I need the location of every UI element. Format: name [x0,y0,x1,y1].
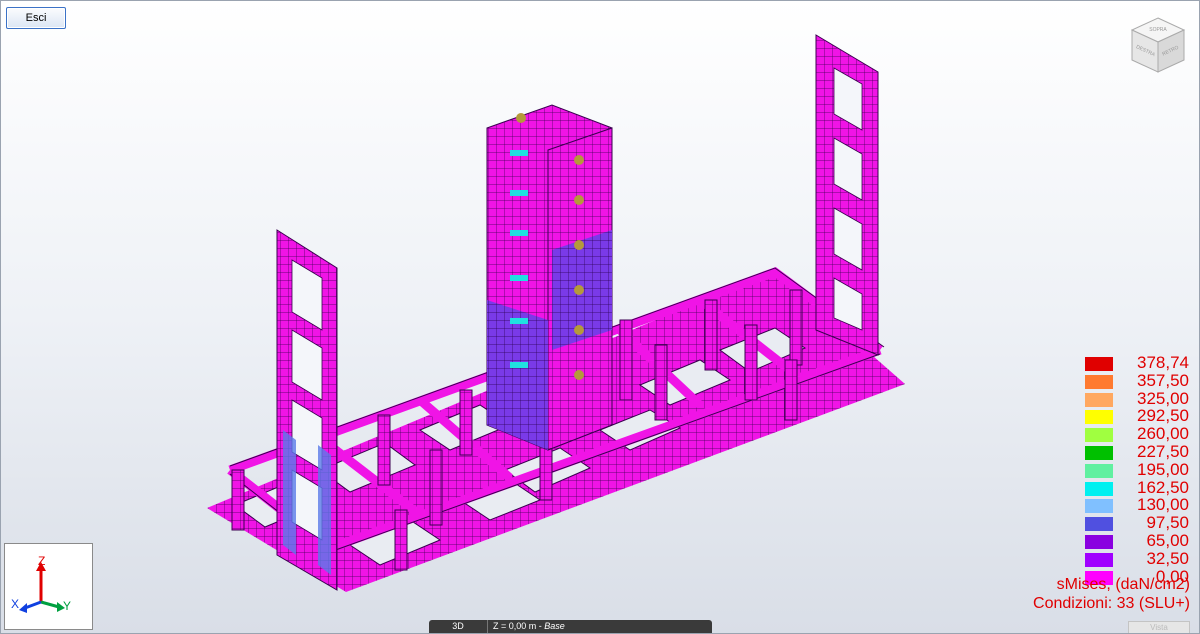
axis-y-label: Y [63,599,71,613]
legend-swatch [1085,357,1113,371]
view-cube[interactable]: SOPRA DESTRA RETRO [1126,14,1190,78]
cube-top-label: SOPRA [1149,27,1167,33]
working-plane-indicator[interactable]: Z = 0,00 m - Base [493,620,565,633]
legend-swatch [1085,463,1113,478]
legend-swatch [1085,552,1113,567]
legend-swatch [1085,410,1113,425]
left-tower-frame [276,229,338,591]
axis-triad: Z X Y [4,543,93,630]
legend-swatch [1085,517,1113,532]
central-tower [486,104,613,451]
axis-x-label: X [11,597,19,611]
legend-swatch [1085,499,1113,514]
model-viewport[interactable]: Esci SOPRA DESTRA RETRO Z X Y 378,74 357,… [0,0,1200,634]
legend-swatch [1085,374,1113,389]
legend-swatch [1085,428,1113,443]
right-tower-frame [815,34,879,356]
legend-swatch [1085,481,1113,496]
axis-triad-icon: Z X Y [11,554,71,613]
view-mode-indicator[interactable]: 3D [429,620,488,633]
axis-z-label: Z [38,554,45,568]
result-type-label: sMises, (daN/cm2) [1056,576,1190,593]
legend-swatch [1085,392,1113,407]
legend-swatch [1085,535,1113,549]
plane-prefix: Z = 0,00 m - [493,621,545,631]
legend-swatch [1085,446,1113,460]
plane-name: Base [544,621,565,631]
load-combination-label: Condizioni: 33 (SLU+) [1033,595,1190,612]
status-bar: 3D Z = 0,00 m - Base [429,620,712,633]
structure-model[interactable] [0,0,1200,634]
view-tab[interactable]: Vista [1128,621,1190,634]
exit-button[interactable]: Esci [6,7,66,29]
